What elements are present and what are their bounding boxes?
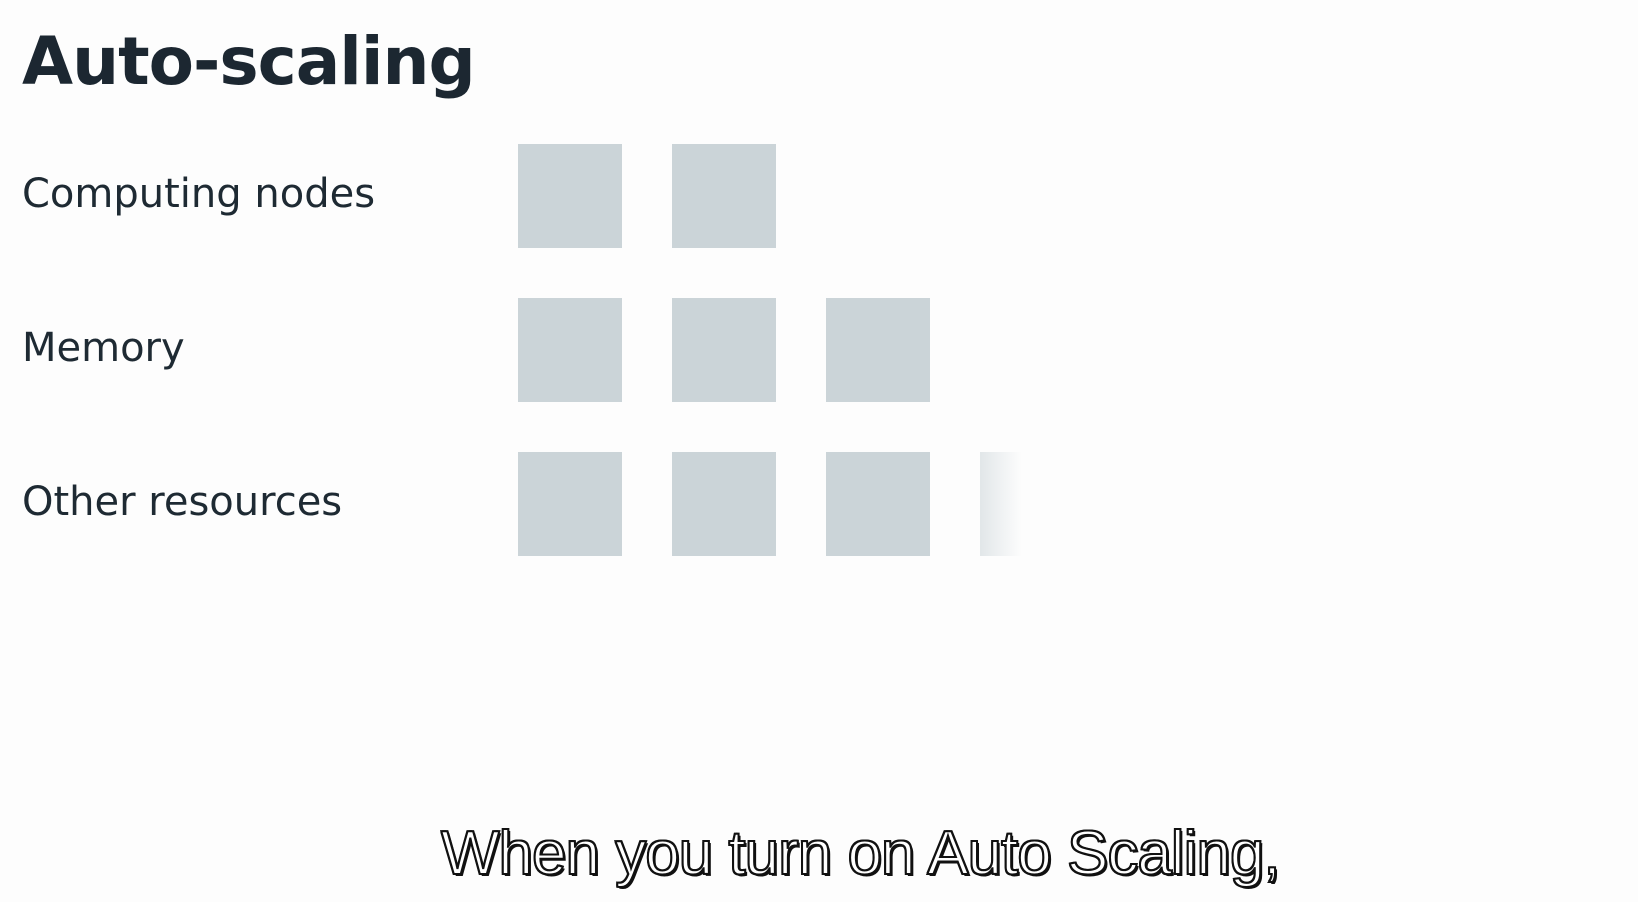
resource-block: [518, 144, 622, 248]
resource-block-appearing: [980, 452, 1022, 556]
slide: Auto-scaling Computing nodes Memory Othe…: [0, 0, 1638, 902]
resource-block: [518, 452, 622, 556]
row-label: Computing nodes: [22, 171, 376, 217]
resource-row-memory: Memory: [0, 296, 1100, 402]
resource-row-computing-nodes: Computing nodes: [0, 142, 1100, 248]
resource-block: [826, 298, 930, 402]
resource-row-other-resources: Other resources: [0, 450, 1100, 556]
resource-block: [672, 298, 776, 402]
resource-block: [672, 452, 776, 556]
resource-block: [826, 452, 930, 556]
video-caption: When you turn on Auto Scaling,: [440, 818, 1282, 889]
resource-block: [672, 144, 776, 248]
row-label: Memory: [22, 325, 185, 371]
row-label: Other resources: [22, 479, 343, 525]
slide-title: Auto-scaling: [22, 23, 476, 100]
resource-block: [518, 298, 622, 402]
